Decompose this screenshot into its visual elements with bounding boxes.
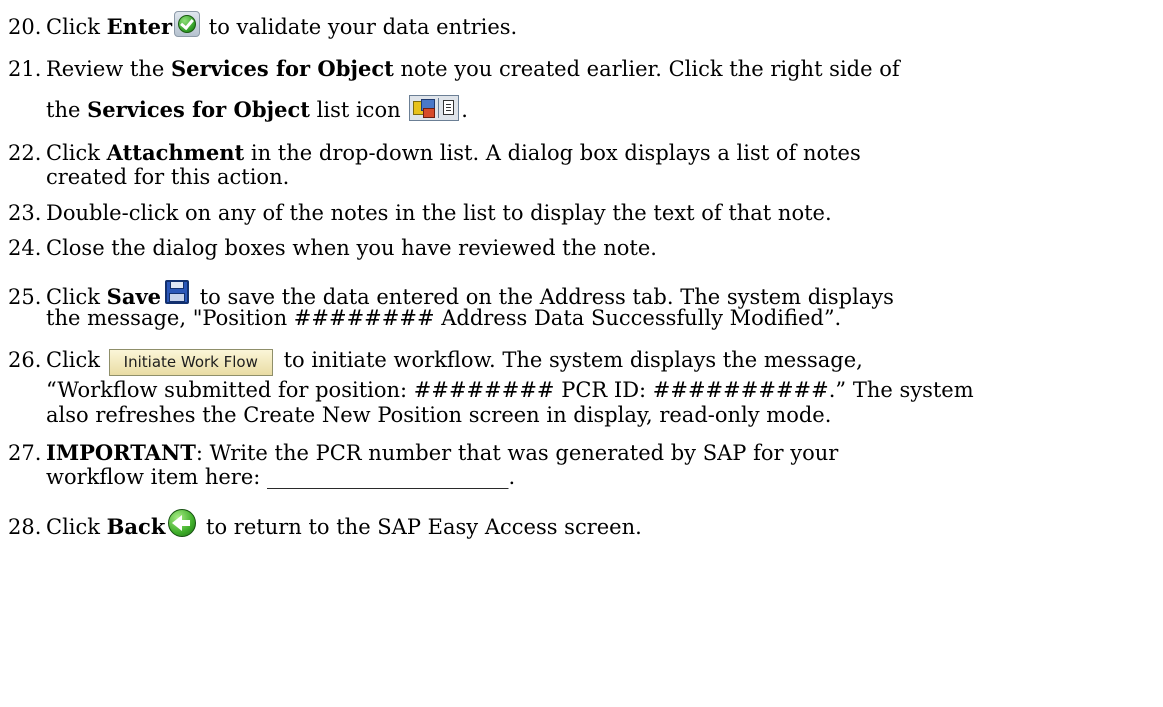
step-text: workflow item here: ____________________… [46, 465, 516, 489]
step-28: 28. Click Back to return to the SAP Easy … [8, 508, 1158, 540]
initiate-work-flow-button[interactable]: Initiate Work Flow [108, 349, 273, 376]
step-text: the [46, 98, 88, 122]
step-text: Click [46, 348, 107, 372]
step-20: 20. Click Enter to validate your data ent… [8, 11, 1158, 40]
term-enter: Enter [106, 14, 173, 39]
step-number: 21. [8, 57, 42, 81]
step-27: 27. IMPORTANT: Write the PCR number that … [8, 440, 1158, 466]
step-number: 27. [8, 441, 42, 465]
step-text: Double-click on any of the notes in the … [46, 201, 832, 225]
step-text: to initiate workflow. The system display… [276, 348, 863, 372]
enter-check-icon[interactable] [174, 11, 201, 37]
step-26-continued-1: “Workflow submitted for position: ######… [8, 378, 1163, 403]
step-text: also refreshes the Create New Position s… [46, 403, 832, 427]
step-text: Click [46, 141, 107, 165]
step-text: note you created earlier. Click the righ… [393, 57, 900, 81]
step-22-continued: created for this action. [8, 165, 1163, 190]
step-27-continued: workflow item here: ____________________… [8, 465, 1163, 490]
step-22: 22. Click Attachment in the drop-down lis… [8, 140, 1158, 166]
step-text: the message, "Position ######## Address … [46, 306, 842, 330]
step-number: 26. [8, 348, 42, 372]
step-text: Click [46, 15, 107, 39]
step-23: 23. Double-click on any of the notes in t… [8, 201, 1158, 226]
term-important: IMPORTANT [46, 440, 196, 465]
step-text: in the drop-down list. A dialog box disp… [244, 141, 861, 165]
step-text: to return to the SAP Easy Access screen. [199, 515, 642, 539]
step-text: created for this action. [46, 165, 290, 189]
term-attachment: Attachment [106, 140, 245, 165]
step-21-continued: the Services for Object list icon . [8, 95, 1163, 123]
step-text: to validate your data entries. [202, 15, 518, 39]
step-26: 26. Click Initiate Work Flow to initiate … [8, 348, 1158, 376]
services-for-object-list-icon[interactable] [409, 95, 460, 121]
step-24: 24. Close the dialog boxes when you have … [8, 236, 1158, 261]
step-text: : Write the PCR number that was generate… [195, 441, 839, 465]
step-text: . [461, 98, 468, 122]
step-number: 24. [8, 236, 42, 260]
step-number: 23. [8, 201, 42, 225]
step-26-continued-2: also refreshes the Create New Position s… [8, 403, 1163, 428]
step-number: 28. [8, 515, 42, 539]
term-back: Back [106, 514, 166, 539]
step-text: Close the dialog boxes when you have rev… [46, 236, 657, 260]
term-services-for-object: Services for Object [170, 56, 394, 81]
step-21: 21. Review the Services for Object note y… [8, 56, 1158, 82]
back-arrow-icon[interactable] [167, 508, 197, 538]
save-floppy-icon[interactable] [163, 278, 191, 306]
step-text: Review the [46, 57, 171, 81]
step-number: 20. [8, 15, 42, 39]
step-text: list icon [309, 98, 408, 122]
term-services-for-object: Services for Object [87, 97, 310, 122]
step-text: “Workflow submitted for position: ######… [46, 378, 974, 402]
step-text: Click [46, 515, 107, 539]
step-25-continued: the message, "Position ######## Address … [8, 306, 1163, 331]
step-number: 22. [8, 141, 42, 165]
